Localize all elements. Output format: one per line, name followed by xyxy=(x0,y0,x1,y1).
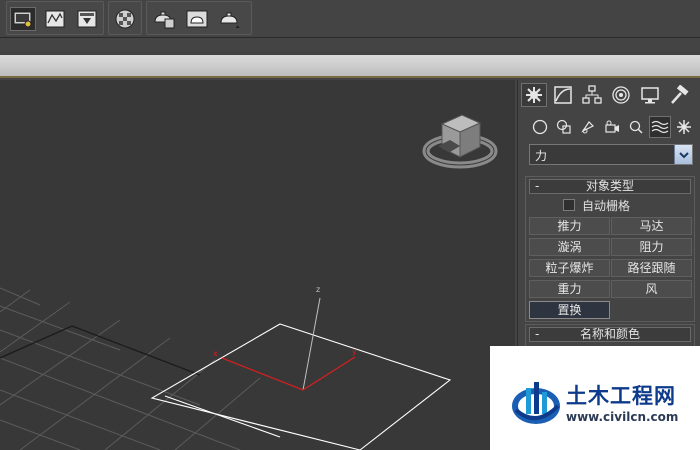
modify-tab-icon xyxy=(554,86,572,104)
motor-button[interactable]: 马达 xyxy=(611,217,692,235)
z-axis-line xyxy=(302,297,321,391)
render-setup-button[interactable] xyxy=(10,7,36,31)
subtab-shapes[interactable] xyxy=(553,116,575,138)
tab-motion[interactable] xyxy=(608,83,634,107)
tab-display[interactable] xyxy=(637,83,663,107)
category-dropdown[interactable]: 力 xyxy=(529,144,693,165)
rollout-title: 名称和颜色 xyxy=(579,327,640,341)
create-subcategory-tabs xyxy=(518,114,700,140)
motion-tab-icon xyxy=(612,86,630,104)
name-color-rollout-header[interactable]: - 名称和颜色 xyxy=(529,327,691,342)
shapes-icon xyxy=(556,119,571,134)
command-panel-tabs xyxy=(518,80,700,110)
tab-utilities[interactable] xyxy=(666,83,692,107)
rendered-frame-icon xyxy=(77,10,97,28)
tab-create[interactable] xyxy=(521,83,547,107)
create-tab-icon xyxy=(526,87,542,103)
viewcube-icon[interactable] xyxy=(422,114,498,169)
pbomb-button[interactable]: 粒子爆炸 xyxy=(529,259,610,277)
wind-button[interactable]: 风 xyxy=(611,280,692,298)
render-buttons-group xyxy=(146,1,252,35)
lights-icon xyxy=(581,121,595,134)
drag-button[interactable]: 阻力 xyxy=(611,238,692,256)
render-activeshade-button[interactable] xyxy=(217,7,243,31)
render-iterative-button[interactable] xyxy=(184,7,210,31)
displace-button[interactable]: 置换 xyxy=(529,301,610,319)
render-frame-window-icon xyxy=(45,10,65,28)
path-follow-button[interactable]: 路径跟随 xyxy=(611,259,692,277)
rendered-frame-button[interactable] xyxy=(74,7,100,31)
object-type-rollout-header[interactable]: - 对象类型 xyxy=(529,179,691,194)
material-toolbar-group xyxy=(108,1,142,35)
y-axis-line xyxy=(302,356,356,391)
y-axis-label: y xyxy=(352,347,357,356)
display-tab-icon xyxy=(641,87,659,104)
material-editor-button[interactable] xyxy=(112,7,138,31)
push-button[interactable]: 推力 xyxy=(529,217,610,235)
systems-icon xyxy=(677,120,691,134)
subtab-space-warps[interactable] xyxy=(649,116,671,138)
viewport-scene: z x y xyxy=(0,114,498,450)
viewport-title-strip xyxy=(0,55,700,78)
render-setup-icon xyxy=(13,11,32,28)
subtab-lights[interactable] xyxy=(577,116,599,138)
z-axis-label: z xyxy=(316,285,320,294)
x-axis-label: x xyxy=(213,349,218,358)
cameras-icon xyxy=(605,120,619,133)
subtab-systems[interactable] xyxy=(673,116,695,138)
render-toolbar-group xyxy=(6,1,104,35)
hierarchy-tab-icon xyxy=(582,85,602,104)
watermark: 土木工程网 www.civilcn.com xyxy=(490,346,700,450)
gravity-button[interactable]: 重力 xyxy=(529,280,610,298)
x-axis-line xyxy=(221,357,304,391)
chevron-down-icon xyxy=(678,151,689,158)
space-warps-icon xyxy=(651,120,669,134)
tab-modify[interactable] xyxy=(550,83,576,107)
watermark-url: www.civilcn.com xyxy=(566,410,679,424)
main-toolbar xyxy=(0,0,700,38)
subtab-cameras[interactable] xyxy=(601,116,623,138)
category-dropdown-value: 力 xyxy=(535,149,548,163)
object-type-rollout: - 对象类型 自动栅格 推力 马达 漩涡 阻力 粒子爆炸 路径跟随 重力 风 置… xyxy=(525,176,695,322)
render-iterative-icon xyxy=(186,10,208,28)
helpers-icon xyxy=(629,120,643,134)
material-editor-icon xyxy=(115,9,135,29)
render-frame-window-button[interactable] xyxy=(42,7,68,31)
subtab-helpers[interactable] xyxy=(625,116,647,138)
autogrid-label: 自动栅格 xyxy=(582,199,631,213)
watermark-logo-icon xyxy=(512,382,560,424)
utilities-tab-icon xyxy=(671,85,689,104)
watermark-title: 土木工程网 xyxy=(566,384,676,408)
tab-hierarchy[interactable] xyxy=(579,83,605,107)
render-activeshade-icon xyxy=(220,12,240,28)
autogrid-row: 自动栅格 xyxy=(526,196,694,214)
perspective-viewport[interactable]: z x y xyxy=(0,80,515,450)
rollout-title: 对象类型 xyxy=(585,179,634,193)
home-grid xyxy=(0,287,261,450)
vortex-button[interactable]: 漩涡 xyxy=(529,238,610,256)
dropdown-arrow-button[interactable] xyxy=(674,145,692,164)
subtab-geometry[interactable] xyxy=(529,116,551,138)
rollout-collapse-toggle[interactable]: - xyxy=(535,328,539,341)
geometry-icon xyxy=(532,119,548,135)
render-production-button[interactable] xyxy=(151,7,177,31)
rollout-collapse-toggle[interactable]: - xyxy=(535,180,539,193)
render-production-icon xyxy=(154,11,175,29)
autogrid-checkbox[interactable] xyxy=(563,199,575,211)
